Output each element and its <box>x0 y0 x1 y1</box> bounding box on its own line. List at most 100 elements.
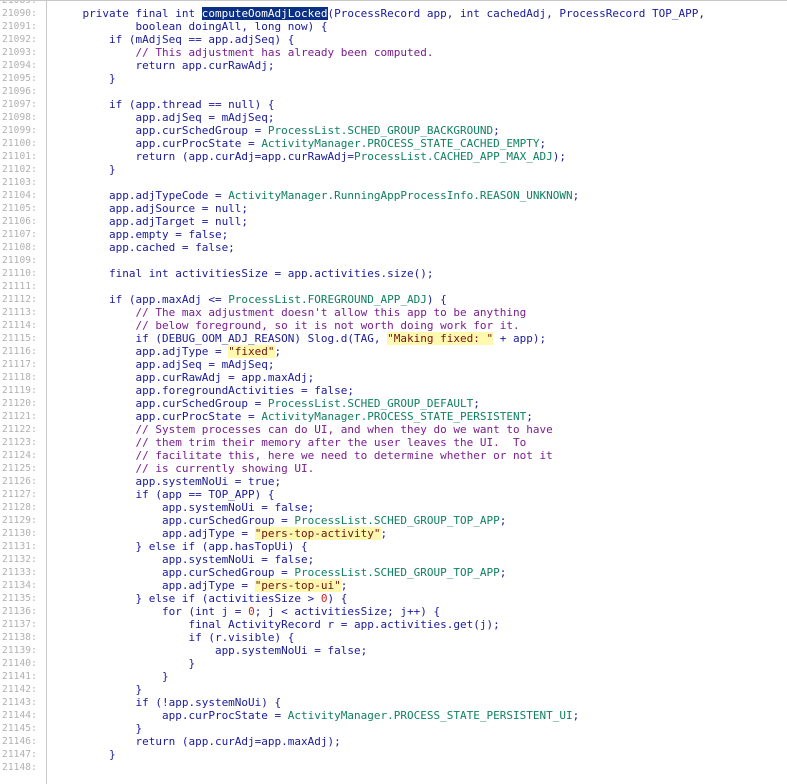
code-token: ; <box>572 709 580 722</box>
code-line[interactable]: if (app.thread == null) { <box>56 98 787 111</box>
code-token: app.empty = false; <box>56 228 229 241</box>
code-line[interactable] <box>56 280 787 293</box>
code-line[interactable]: app.adjType = "pers-top-activity"; <box>56 527 787 540</box>
code-line[interactable]: app.adjSource = null; <box>56 202 787 215</box>
code-line[interactable]: } <box>56 683 787 696</box>
code-line[interactable] <box>56 85 787 98</box>
line-number: 21099: <box>2 125 37 136</box>
code-token: // System processes can do UI, and when … <box>56 423 553 436</box>
line-number: 21107: <box>2 229 37 240</box>
code-token: app.adjType = <box>56 345 229 358</box>
line-number: 21138: <box>2 632 37 643</box>
code-line[interactable]: app.adjTarget = null; <box>56 215 787 228</box>
code-line[interactable]: // them trim their memory after the user… <box>56 436 787 449</box>
code-line[interactable]: app.curSchedGroup = ProcessList.SCHED_GR… <box>56 566 787 579</box>
code-line[interactable]: app.adjType = "pers-top-ui"; <box>56 579 787 592</box>
code-line[interactable]: private final int computeOomAdjLocked(Pr… <box>56 7 787 20</box>
code-line[interactable]: // is currently showing UI. <box>56 462 787 475</box>
code-token: "pers-top-activity" <box>254 527 381 540</box>
code-token: ProcessList.SCHED_GROUP_TOP_APP <box>294 566 500 579</box>
code-token: ; <box>499 514 507 527</box>
code-token: app.curProcState = <box>56 709 288 722</box>
code-token: } <box>56 670 169 683</box>
code-line[interactable]: return (app.curAdj=app.curRawAdj=Process… <box>56 150 787 163</box>
code-token: return app.curRawAdj; <box>56 59 275 72</box>
code-line[interactable]: if (r.visible) { <box>56 631 787 644</box>
line-number: 21127: <box>2 489 37 500</box>
code-line[interactable]: app.systemNoUi = false; <box>56 644 787 657</box>
code-line[interactable]: // below foreground, so it is not worth … <box>56 319 787 332</box>
line-number: 21091: <box>2 21 37 32</box>
code-line[interactable]: // facilitate this, here we need to dete… <box>56 449 787 462</box>
code-line[interactable] <box>56 1 787 7</box>
code-area[interactable]: private final int computeOomAdjLocked(Pr… <box>56 1 787 784</box>
code-line[interactable]: app.empty = false; <box>56 228 787 241</box>
code-token: // The max adjustment doesn't allow this… <box>56 306 527 319</box>
code-line[interactable]: } <box>56 72 787 85</box>
code-line[interactable] <box>56 254 787 267</box>
code-line[interactable]: } else if (app.hasTopUi) { <box>56 540 787 553</box>
code-token: ; <box>493 124 500 137</box>
code-line[interactable]: if (app.maxAdj <= ProcessList.FOREGROUND… <box>56 293 787 306</box>
code-line[interactable] <box>56 761 787 774</box>
line-number: 21106: <box>2 216 37 227</box>
code-line[interactable]: app.curSchedGroup = ProcessList.SCHED_GR… <box>56 397 787 410</box>
code-line[interactable]: app.curProcState = ActivityManager.PROCE… <box>56 410 787 423</box>
code-line[interactable]: final ActivityRecord r = app.activities.… <box>56 618 787 631</box>
code-editor[interactable]: 21089: 21090: 21091: 21092: 21093: 21094: 2109… <box>0 0 787 784</box>
code-token: ProcessList.SCHED_GROUP_DEFAULT <box>267 397 474 410</box>
code-token: ; <box>499 566 507 579</box>
code-line[interactable]: app.curSchedGroup = ProcessList.SCHED_GR… <box>56 514 787 527</box>
code-line[interactable]: app.adjTypeCode = ActivityManager.Runnin… <box>56 189 787 202</box>
line-number: 21120: <box>2 398 37 409</box>
code-line[interactable]: app.curSchedGroup = ProcessList.SCHED_GR… <box>56 124 787 137</box>
code-line[interactable]: app.systemNoUi = true; <box>56 475 787 488</box>
code-token: } <box>56 657 196 670</box>
code-line[interactable]: return app.curRawAdj; <box>56 59 787 72</box>
code-line[interactable]: app.systemNoUi = false; <box>56 553 787 566</box>
code-line[interactable]: // The max adjustment doesn't allow this… <box>56 306 787 319</box>
code-line[interactable]: boolean doingAll, long now) { <box>56 20 787 33</box>
code-line[interactable]: app.curProcState = ActivityManager.PROCE… <box>56 137 787 150</box>
code-line[interactable]: final int activitiesSize = app.activitie… <box>56 267 787 280</box>
code-line[interactable]: if (mAdjSeq == app.adjSeq) { <box>56 33 787 46</box>
selected-token: computeOomAdjLocked <box>201 7 328 20</box>
code-line[interactable]: app.systemNoUi = false; <box>56 501 787 514</box>
code-line[interactable]: // This adjustment has already been comp… <box>56 46 787 59</box>
code-token: "fixed" <box>228 345 275 358</box>
code-line[interactable]: app.foregroundActivities = false; <box>56 384 787 397</box>
code-line[interactable]: app.adjSeq = mAdjSeq; <box>56 358 787 371</box>
code-line[interactable]: } <box>56 163 787 176</box>
code-token: app.curSchedGroup = <box>56 566 295 579</box>
code-line[interactable]: for (int j = 0; j < activitiesSize; j++)… <box>56 605 787 618</box>
line-number: 21146: <box>2 736 37 747</box>
line-number: 21113: <box>2 307 37 318</box>
line-number: 21132: <box>2 554 37 565</box>
code-line[interactable]: app.adjType = "fixed"; <box>56 345 787 358</box>
line-number: 21125: <box>2 463 37 474</box>
code-line[interactable] <box>56 176 787 189</box>
code-line[interactable]: app.adjSeq = mAdjSeq; <box>56 111 787 124</box>
code-line[interactable]: return (app.curAdj=app.maxAdj); <box>56 735 787 748</box>
code-token: app.systemNoUi = true; <box>56 475 282 488</box>
code-line[interactable]: if (DEBUG_OOM_ADJ_REASON) Slog.d(TAG, "M… <box>56 332 787 345</box>
code-token: } <box>56 722 143 735</box>
code-line[interactable]: } <box>56 748 787 761</box>
code-token: } <box>56 163 116 176</box>
code-line[interactable]: } <box>56 657 787 670</box>
code-line[interactable]: } <box>56 722 787 735</box>
code-token: app.systemNoUi = false; <box>56 644 368 657</box>
code-line[interactable]: if (!app.systemNoUi) { <box>56 696 787 709</box>
code-token: ActivityManager.RunningAppProcessInfo.RE… <box>228 189 573 202</box>
line-number: 21095: <box>2 73 37 84</box>
code-token: } else if (activitiesSize > <box>56 592 321 605</box>
code-line[interactable]: if (app == TOP_APP) { <box>56 488 787 501</box>
code-line[interactable]: } else if (activitiesSize > 0) { <box>56 592 787 605</box>
code-line[interactable]: } <box>56 670 787 683</box>
line-number: 21137: <box>2 619 37 630</box>
code-line[interactable]: app.curRawAdj = app.maxAdj; <box>56 371 787 384</box>
code-line[interactable]: app.cached = false; <box>56 241 787 254</box>
code-line[interactable]: app.curProcState = ActivityManager.PROCE… <box>56 709 787 722</box>
code-line[interactable]: // System processes can do UI, and when … <box>56 423 787 436</box>
code-token: ; <box>380 527 388 540</box>
